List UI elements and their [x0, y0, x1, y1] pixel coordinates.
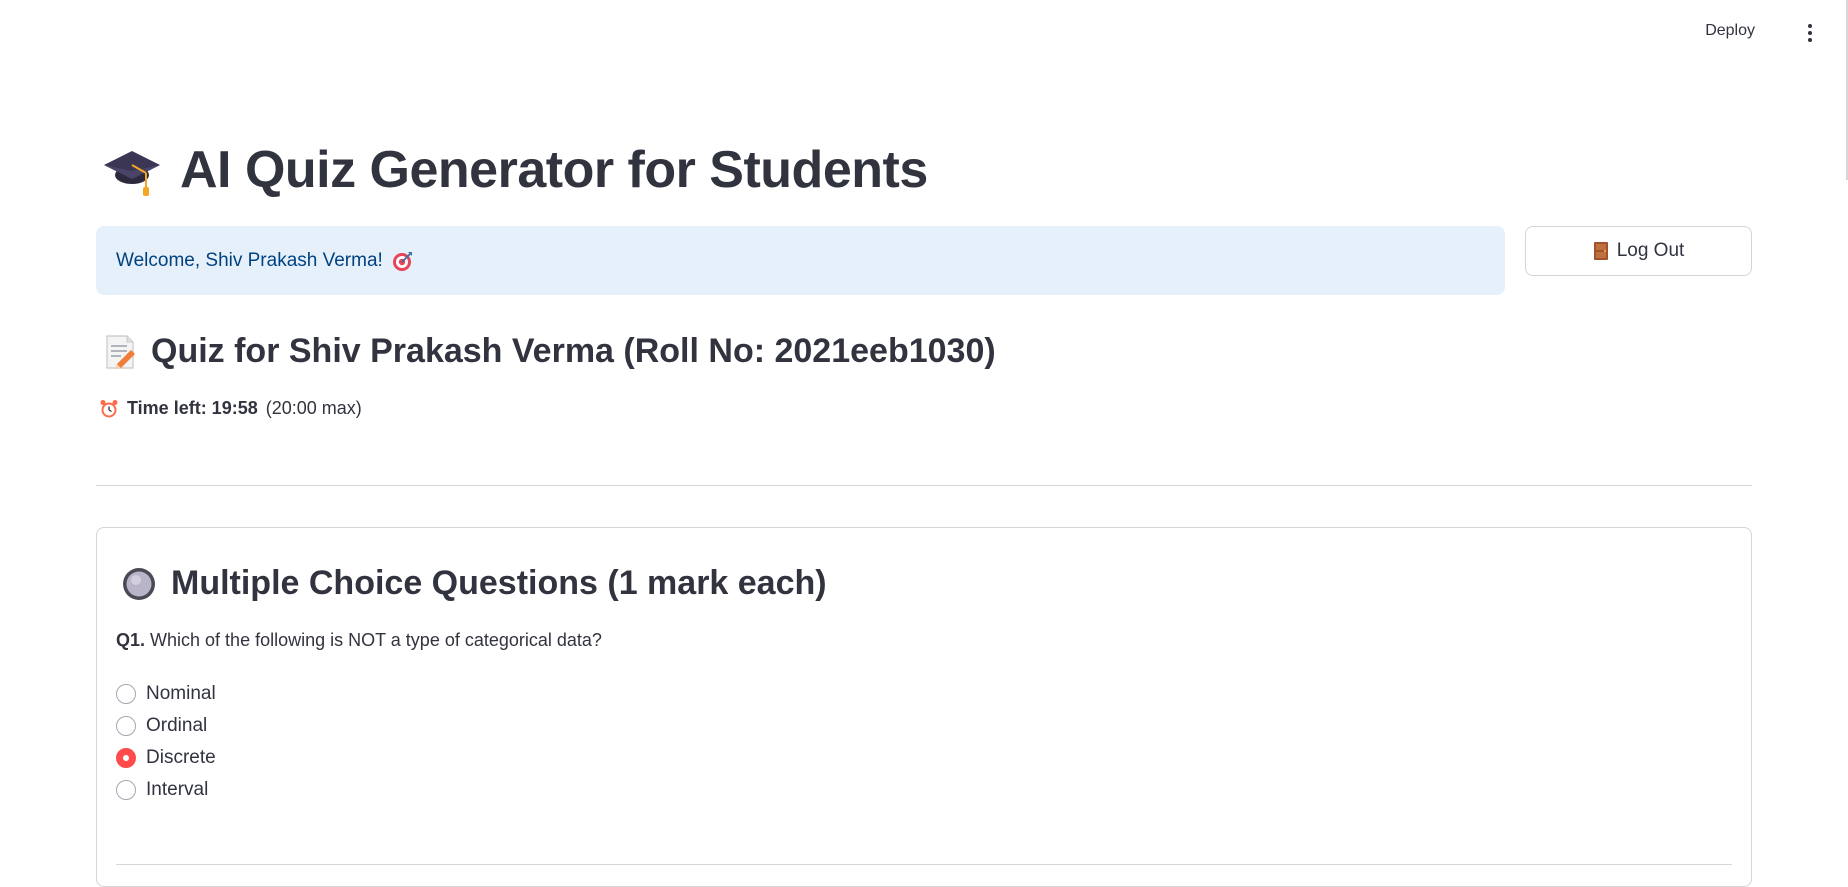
quiz-heading: Quiz for Shiv Prakash Verma (Roll No: 20… — [151, 332, 996, 370]
card-divider — [116, 864, 1732, 865]
radio-button[interactable] — [116, 780, 136, 800]
radio-option-ordinal[interactable]: Ordinal — [116, 710, 216, 742]
mcq-section-heading: Multiple Choice Questions (1 mark each) — [121, 564, 827, 603]
log-out-label: Log Out — [1616, 240, 1685, 261]
radio-button[interactable] — [116, 716, 136, 736]
door-icon — [1593, 242, 1608, 260]
target-icon — [392, 251, 412, 271]
timer-label: Time left: 19:58 — [127, 398, 258, 418]
timer: Time left: 19:58 (20:00 max) — [99, 398, 362, 419]
option-label: Discrete — [146, 747, 216, 768]
page-title: AI Quiz Generator for Students — [180, 141, 928, 199]
radio-button-icon — [123, 567, 155, 600]
kebab-menu-icon[interactable] — [1802, 20, 1818, 46]
question-text: Q1. Which of the following is NOT a type… — [116, 630, 602, 651]
quiz-heading-row: Quiz for Shiv Prakash Verma (Roll No: 20… — [103, 332, 996, 371]
option-label: Nominal — [146, 683, 216, 704]
question-number: Q1. — [116, 630, 146, 650]
top-toolbar: Deploy — [0, 0, 1848, 180]
memo-icon — [106, 334, 135, 369]
option-label: Ordinal — [146, 715, 208, 736]
radio-button-selected[interactable] — [116, 748, 136, 768]
welcome-text: Welcome, Shiv Prakash Verma! — [116, 249, 383, 271]
radio-group[interactable]: Nominal Ordinal Discrete Interval — [116, 678, 216, 806]
divider — [96, 485, 1752, 486]
question-body: Which of the following is NOT a type of … — [150, 630, 602, 650]
radio-option-nominal[interactable]: Nominal — [116, 678, 216, 710]
log-out-button[interactable]: Log Out — [1525, 226, 1752, 276]
alarm-clock-icon — [100, 399, 118, 417]
page-title-row: AI Quiz Generator for Students — [102, 140, 928, 200]
option-label: Interval — [146, 779, 209, 800]
deploy-button[interactable]: Deploy — [1705, 22, 1755, 40]
radio-option-interval[interactable]: Interval — [116, 774, 216, 806]
radio-button[interactable] — [116, 684, 136, 704]
welcome-banner: Welcome, Shiv Prakash Verma! — [96, 226, 1505, 295]
timer-max: (20:00 max) — [265, 398, 362, 418]
mcq-section-title: Multiple Choice Questions (1 mark each) — [171, 564, 827, 602]
graduation-cap-icon — [104, 151, 160, 196]
mcq-section-card: Multiple Choice Questions (1 mark each) … — [96, 527, 1752, 887]
radio-option-discrete[interactable]: Discrete — [116, 742, 216, 774]
